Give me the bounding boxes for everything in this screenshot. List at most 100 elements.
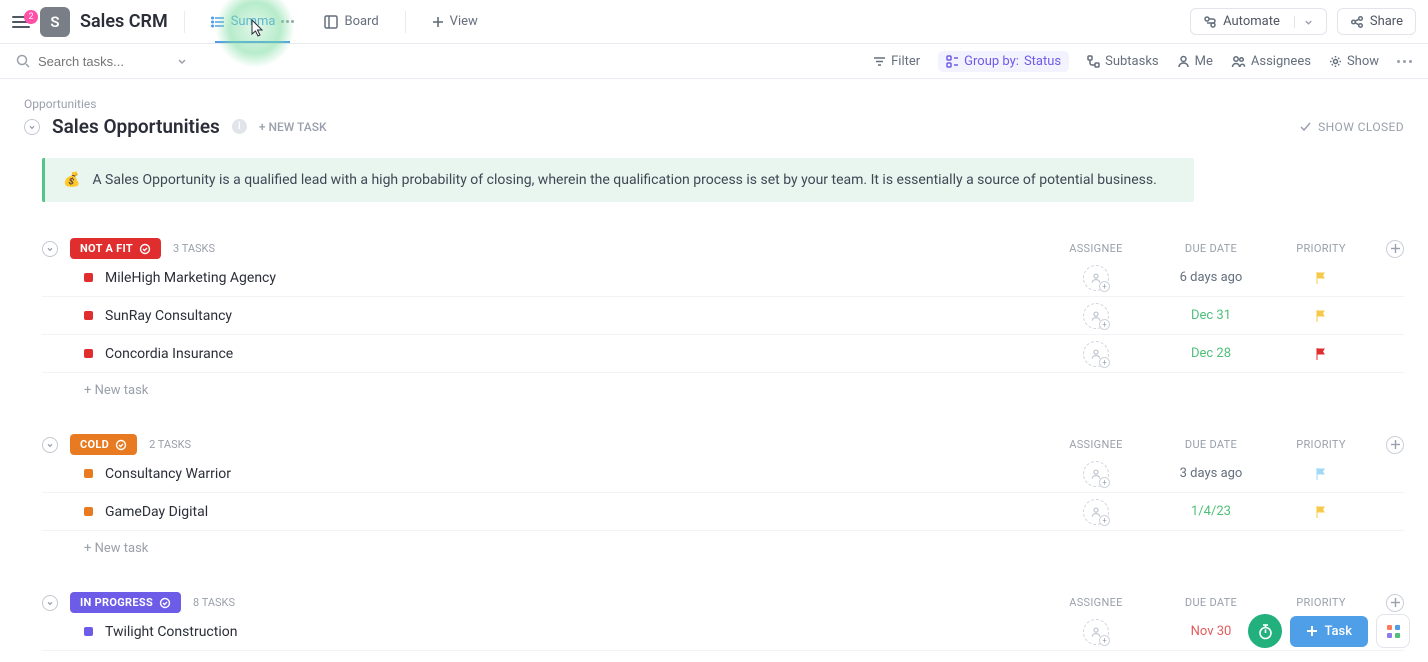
assignee-avatar-placeholder[interactable]: + [1083,619,1109,645]
add-assignee-icon: + [1099,357,1110,368]
show-button[interactable]: Show [1329,54,1379,69]
task-name[interactable]: Consultancy Warrior [105,466,231,482]
status-square[interactable] [84,507,93,516]
task-name[interactable]: Concordia Insurance [105,346,233,362]
assignee-avatar-placeholder[interactable]: + [1083,461,1109,487]
groupby-prefix: Group by: [964,54,1019,69]
col-priority[interactable]: PRIORITY [1266,438,1376,451]
people-icon [1231,55,1246,68]
assignee-cell[interactable]: + [1036,341,1156,367]
col-due[interactable]: DUE DATE [1156,242,1266,255]
add-column[interactable] [1386,436,1404,454]
workspace-avatar[interactable]: S [40,7,70,37]
view-list[interactable]: Summa [201,8,305,35]
apps-button[interactable] [1376,614,1410,648]
group-collapse-toggle[interactable] [42,595,58,611]
automate-button[interactable]: Automate [1190,8,1327,35]
priority-cell[interactable] [1266,309,1376,323]
share-button[interactable]: Share [1337,8,1416,35]
col-assignee[interactable]: ASSIGNEE [1036,438,1156,451]
group-header: NOT A FIT 3 TASKS ASSIGNEE DUE DATE PRIO… [42,238,1404,259]
col-priority[interactable]: PRIORITY [1266,242,1376,255]
assignee-cell[interactable]: + [1036,303,1156,329]
subtasks-button[interactable]: Subtasks [1087,54,1159,69]
priority-cell[interactable] [1266,347,1376,361]
col-due[interactable]: DUE DATE [1156,596,1266,609]
assignee-cell[interactable]: + [1036,499,1156,525]
due-date[interactable]: Dec 28 [1156,346,1266,361]
due-date[interactable]: Dec 31 [1156,308,1266,323]
more-options[interactable] [1397,60,1412,63]
plus-icon [1391,244,1400,253]
task-row[interactable]: Consultancy Warrior + 3 days ago [42,455,1404,493]
status-badge[interactable]: COLD [70,434,137,455]
list-collapse-toggle[interactable] [24,119,40,135]
group-collapse-toggle[interactable] [42,437,58,453]
new-task-row[interactable]: + New task [42,373,1404,398]
assignee-avatar-placeholder[interactable]: + [1083,303,1109,329]
new-task-row[interactable]: + New task [42,531,1404,556]
info-icon[interactable]: i [232,119,247,134]
due-date[interactable]: 6 days ago [1156,270,1266,285]
chevron-down-icon[interactable] [1294,16,1314,28]
status-square[interactable] [84,273,93,282]
due-date[interactable]: 3 days ago [1156,466,1266,481]
due-date[interactable]: 1/4/23 [1156,504,1266,519]
col-priority[interactable]: PRIORITY [1266,596,1376,609]
add-assignee-icon: + [1099,477,1110,488]
priority-cell[interactable] [1266,467,1376,481]
col-assignee[interactable]: ASSIGNEE [1036,596,1156,609]
share-icon [1350,15,1364,29]
assignee-cell[interactable]: + [1036,265,1156,291]
add-column[interactable] [1386,594,1404,612]
timer-button[interactable] [1248,614,1282,648]
chevron-down-icon[interactable] [176,55,188,67]
status-square[interactable] [84,469,93,478]
status-square[interactable] [84,349,93,358]
top-bar: 2 S Sales CRM Summa Board View Automate … [0,0,1428,44]
task-name[interactable]: Twilight Construction [105,624,237,640]
show-closed-button[interactable]: SHOW CLOSED [1299,120,1404,134]
priority-cell[interactable] [1266,505,1376,519]
task-name[interactable]: SunRay Consultancy [105,308,232,324]
new-task-button[interactable]: + NEW TASK [259,120,327,134]
col-due[interactable]: DUE DATE [1156,438,1266,451]
menu-toggle[interactable]: 2 [12,16,30,28]
automate-label: Automate [1223,14,1280,29]
me-button[interactable]: Me [1177,54,1213,69]
list-title[interactable]: Sales Opportunities [52,115,220,138]
task-row[interactable]: MileHigh Marketing Agency + 6 days ago [42,259,1404,297]
groupby-value: Status [1024,54,1061,69]
assignee-cell[interactable]: + [1036,461,1156,487]
task-button[interactable]: Task [1290,616,1368,647]
status-badge[interactable]: IN PROGRESS [70,592,181,613]
status-badge[interactable]: NOT A FIT [70,238,161,259]
assignee-cell[interactable]: + [1036,619,1156,645]
filter-button[interactable]: Filter [873,54,920,69]
assignee-avatar-placeholder[interactable]: + [1083,341,1109,367]
view-board[interactable]: Board [314,8,388,35]
status-square[interactable] [84,627,93,636]
priority-cell[interactable] [1266,271,1376,285]
assignees-button[interactable]: Assignees [1231,54,1311,69]
status-square[interactable] [84,311,93,320]
add-column[interactable] [1386,240,1404,258]
group-collapse-toggle[interactable] [42,241,58,257]
task-row[interactable]: Twilight Construction + Nov 30 [42,613,1404,651]
view-more-icon[interactable] [281,20,294,23]
task-name[interactable]: MileHigh Marketing Agency [105,270,276,286]
breadcrumb[interactable]: Opportunities [24,97,1404,111]
groupby-button[interactable]: Group by: Status [938,51,1069,72]
assignee-avatar-placeholder[interactable]: + [1083,499,1109,525]
search-box[interactable] [16,54,226,69]
col-assignee[interactable]: ASSIGNEE [1036,242,1156,255]
assignee-avatar-placeholder[interactable]: + [1083,265,1109,291]
task-row[interactable]: GameDay Digital + 1/4/23 [42,493,1404,531]
task-row[interactable]: Concordia Insurance + Dec 28 [42,335,1404,373]
status-name: NOT A FIT [80,242,133,255]
add-view[interactable]: View [422,8,488,35]
task-name[interactable]: GameDay Digital [105,504,208,520]
task-row[interactable]: SunRay Consultancy + Dec 31 [42,297,1404,335]
search-input[interactable] [38,54,168,69]
workspace-title[interactable]: Sales CRM [80,11,168,32]
